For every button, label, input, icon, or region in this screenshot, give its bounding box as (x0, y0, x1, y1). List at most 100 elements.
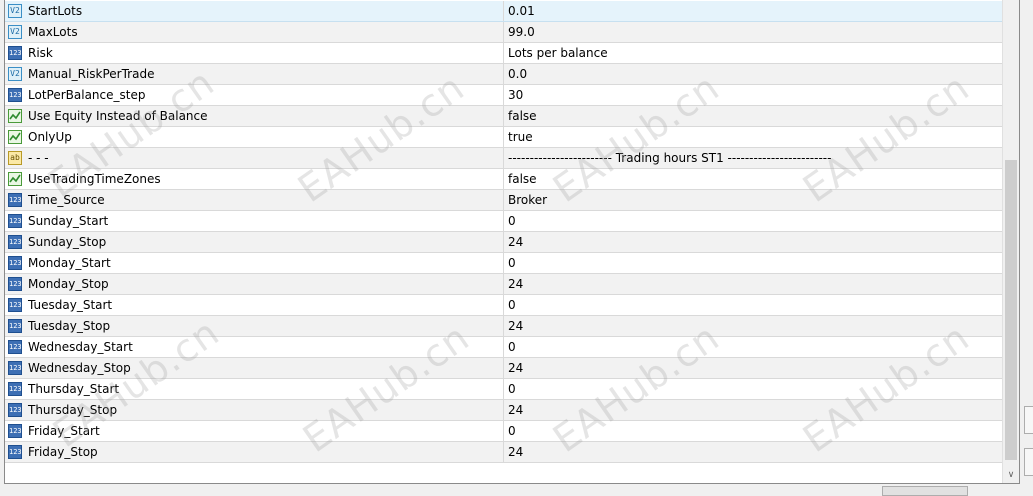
parameter-row[interactable]: 123 Wednesday_Stop 24 (5, 358, 1003, 379)
parameter-value-cell[interactable]: 0 (504, 295, 1003, 315)
parameter-row[interactable]: 123 Monday_Start 0 (5, 253, 1003, 274)
parameter-row[interactable]: UseTradingTimeZones false (5, 169, 1003, 190)
parameter-name: OnlyUp (28, 130, 72, 144)
parameter-value-cell[interactable]: Broker (504, 190, 1003, 210)
parameter-value-cell[interactable]: 30 (504, 85, 1003, 105)
parameter-value: false (508, 172, 537, 186)
parameter-row[interactable]: V2 Manual_RiskPerTrade 0.0 (5, 64, 1003, 85)
parameter-name-cell: Use Equity Instead of Balance (5, 106, 504, 126)
parameter-value-cell[interactable]: 0 (504, 379, 1003, 399)
double-type-icon: V2 (8, 25, 22, 39)
parameter-name-cell: 123 Sunday_Stop (5, 232, 504, 252)
parameter-value: 24 (508, 445, 524, 459)
parameter-row[interactable]: 123 Friday_Stop 24 (5, 442, 1003, 463)
double-type-icon: V2 (8, 4, 22, 18)
parameter-value-cell[interactable]: 24 (504, 316, 1003, 336)
parameter-name: MaxLots (28, 25, 78, 39)
parameter-name-cell: UseTradingTimeZones (5, 169, 504, 189)
parameter-value-cell[interactable]: 0 (504, 253, 1003, 273)
double-type-icon: V2 (8, 67, 22, 81)
parameter-name: Friday_Stop (28, 445, 98, 459)
parameter-row[interactable]: 123 LotPerBalance_step 30 (5, 85, 1003, 106)
parameter-row[interactable]: 123 Tuesday_Start 0 (5, 295, 1003, 316)
integer-type-icon: 123 (8, 445, 22, 459)
parameter-value-cell[interactable]: false (504, 169, 1003, 189)
parameter-name-cell: V2 StartLots (5, 1, 504, 21)
side-panel-edge (1024, 448, 1033, 476)
parameter-value-cell[interactable]: 24 (504, 358, 1003, 378)
integer-type-icon: 123 (8, 361, 22, 375)
parameter-name: Manual_RiskPerTrade (28, 67, 155, 81)
integer-type-icon: 123 (8, 235, 22, 249)
vertical-scrollbar[interactable]: ∨ (1002, 0, 1019, 483)
integer-type-icon: 123 (8, 424, 22, 438)
parameter-value-cell[interactable]: Lots per balance (504, 43, 1003, 63)
boolean-type-icon (8, 109, 22, 123)
parameter-value-cell[interactable]: false (504, 106, 1003, 126)
parameter-value-cell[interactable]: 99.0 (504, 22, 1003, 42)
parameter-value-cell[interactable]: 0.01 (504, 1, 1003, 21)
parameter-value: 24 (508, 319, 524, 333)
parameter-value: ------------------------ Trading hours S… (508, 151, 832, 165)
parameter-value-cell[interactable]: 0 (504, 421, 1003, 441)
scrollbar-thumb[interactable] (1005, 160, 1017, 460)
parameter-row[interactable]: 123 Risk Lots per balance (5, 43, 1003, 64)
parameter-row[interactable]: V2 MaxLots 99.0 (5, 22, 1003, 43)
parameter-name-cell: 123 Friday_Start (5, 421, 504, 441)
parameter-name: Tuesday_Stop (28, 319, 111, 333)
parameter-row[interactable]: ab - - - ------------------------ Trading … (5, 148, 1003, 169)
parameter-value: 0 (508, 382, 516, 396)
parameter-value-cell[interactable]: 24 (504, 232, 1003, 252)
integer-type-icon: 123 (8, 256, 22, 270)
side-panel-edge (1024, 406, 1033, 434)
parameter-value-cell[interactable]: 24 (504, 442, 1003, 462)
parameter-name: Use Equity Instead of Balance (28, 109, 208, 123)
parameter-row[interactable]: 123 Monday_Stop 24 (5, 274, 1003, 295)
parameter-value-cell[interactable]: ------------------------ Trading hours S… (504, 148, 1003, 168)
parameter-name-cell: V2 MaxLots (5, 22, 504, 42)
integer-type-icon: 123 (8, 193, 22, 207)
parameter-name: Sunday_Stop (28, 235, 107, 249)
integer-type-icon: 123 (8, 46, 22, 60)
parameter-name-cell: 123 Tuesday_Start (5, 295, 504, 315)
parameter-name-cell: 123 Time_Source (5, 190, 504, 210)
parameter-value-cell[interactable]: 0 (504, 337, 1003, 357)
parameter-name: StartLots (28, 4, 83, 18)
parameter-row[interactable]: 123 Sunday_Start 0 (5, 211, 1003, 232)
parameter-row[interactable]: 123 Time_Source Broker (5, 190, 1003, 211)
scroll-down-arrow-icon[interactable]: ∨ (1003, 467, 1019, 483)
integer-type-icon: 123 (8, 319, 22, 333)
parameter-value: 24 (508, 277, 524, 291)
parameter-list: V2 StartLots 0.01 V2 MaxLots 99.0 123 Risk Lots … (5, 1, 1003, 463)
parameter-name-cell: 123 Wednesday_Stop (5, 358, 504, 378)
parameter-value: 0.01 (508, 4, 535, 18)
parameter-value-cell[interactable]: true (504, 127, 1003, 147)
parameter-name-cell: 123 Tuesday_Stop (5, 316, 504, 336)
parameter-row[interactable]: Use Equity Instead of Balance false (5, 106, 1003, 127)
parameter-name: Thursday_Stop (28, 403, 118, 417)
parameter-name-cell: 123 Monday_Stop (5, 274, 504, 294)
parameter-name-cell: 123 LotPerBalance_step (5, 85, 504, 105)
parameter-value-cell[interactable]: 0.0 (504, 64, 1003, 84)
parameter-name: Monday_Start (28, 256, 111, 270)
parameter-name-cell: 123 Thursday_Start (5, 379, 504, 399)
parameter-row[interactable]: 123 Thursday_Stop 24 (5, 400, 1003, 421)
parameter-name-cell: 123 Thursday_Stop (5, 400, 504, 420)
parameter-value: false (508, 109, 537, 123)
parameter-row[interactable]: 123 Tuesday_Stop 24 (5, 316, 1003, 337)
parameter-row[interactable]: 123 Wednesday_Start 0 (5, 337, 1003, 358)
parameter-row[interactable]: 123 Sunday_Stop 24 (5, 232, 1003, 253)
parameter-row[interactable]: 123 Friday_Start 0 (5, 421, 1003, 442)
integer-type-icon: 123 (8, 214, 22, 228)
parameter-value-cell[interactable]: 24 (504, 400, 1003, 420)
parameter-row[interactable]: V2 StartLots 0.01 (5, 1, 1003, 22)
bottom-button[interactable] (882, 486, 968, 496)
parameter-name: LotPerBalance_step (28, 88, 146, 102)
parameter-name: Time_Source (28, 193, 105, 207)
parameter-value-cell[interactable]: 24 (504, 274, 1003, 294)
parameter-value-cell[interactable]: 0 (504, 211, 1003, 231)
integer-type-icon: 123 (8, 340, 22, 354)
parameter-row[interactable]: 123 Thursday_Start 0 (5, 379, 1003, 400)
boolean-type-icon (8, 172, 22, 186)
parameter-row[interactable]: OnlyUp true (5, 127, 1003, 148)
